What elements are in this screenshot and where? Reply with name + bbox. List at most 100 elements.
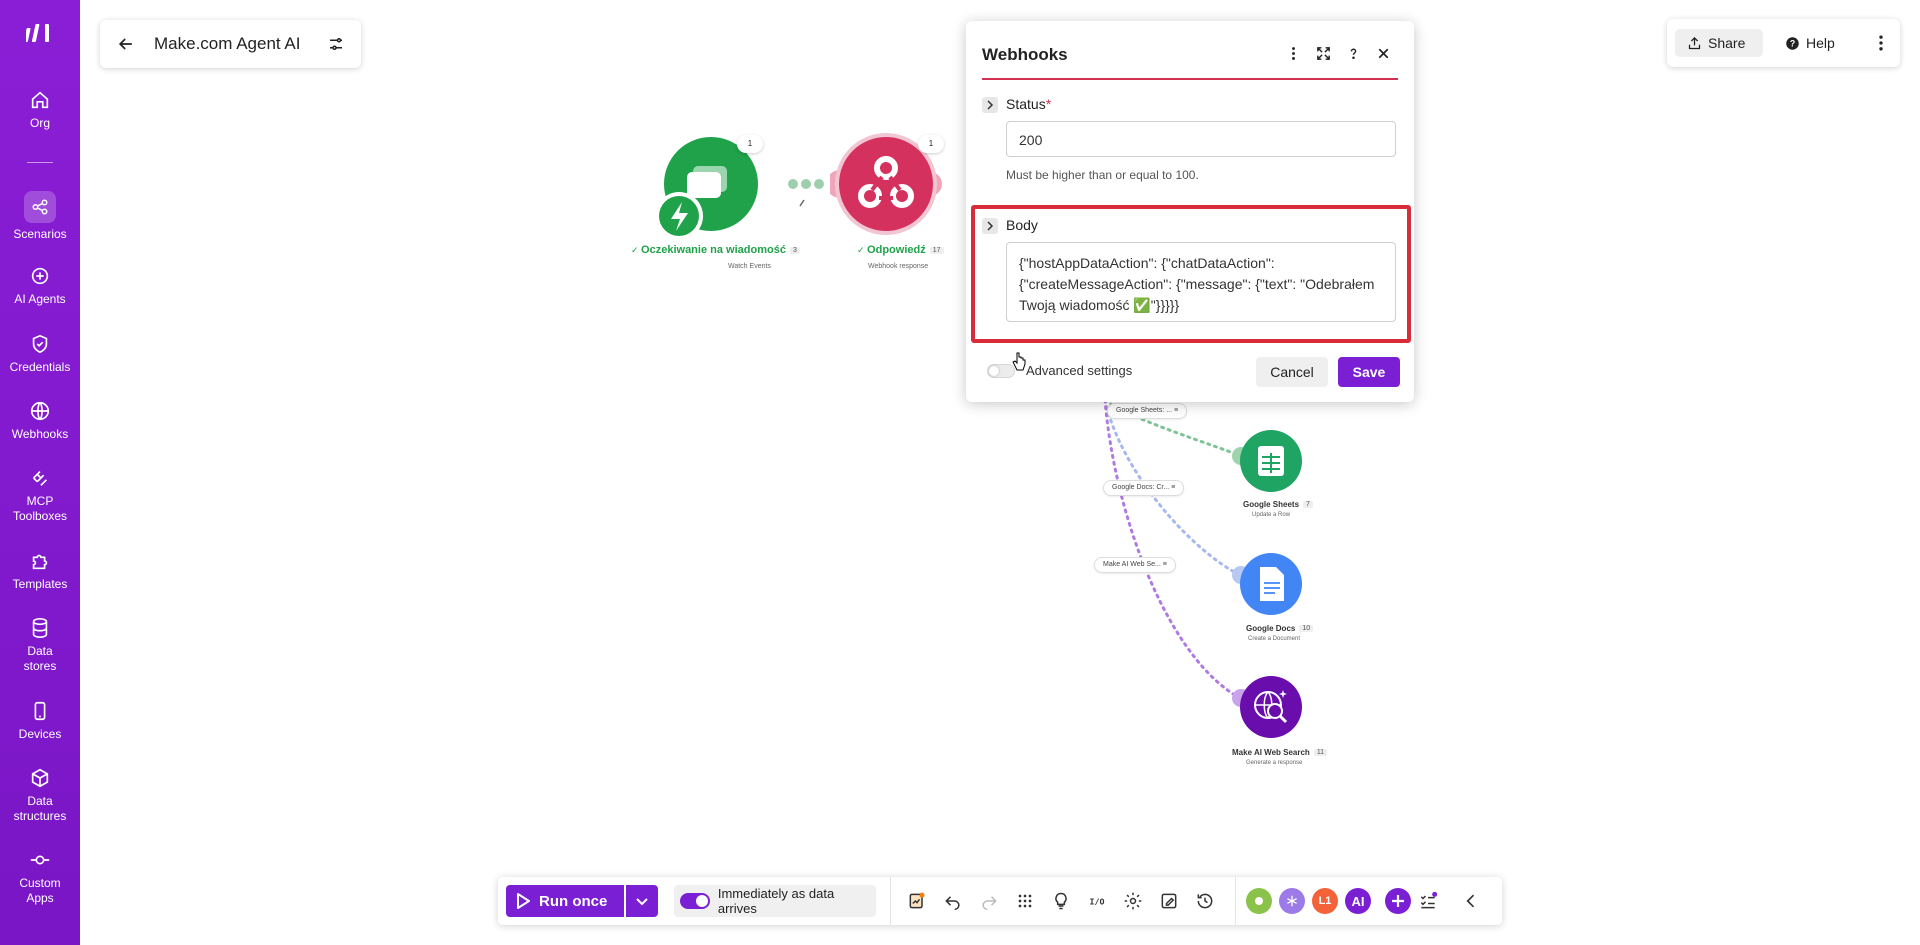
io-icon[interactable]: I/O: [1087, 891, 1107, 911]
mouse-cursor-icon: [1012, 352, 1026, 371]
node-make-ai-web-search[interactable]: [1225, 673, 1305, 743]
sidebar-item-devices[interactable]: Devices: [0, 700, 80, 742]
body-field-toggle[interactable]: [982, 218, 998, 234]
sidebar-item-label: MCP Toolboxes: [12, 494, 68, 523]
node-operations-chip: 1: [737, 135, 763, 153]
body-input[interactable]: {"hostAppDataAction": {"chatDataAction":…: [1006, 242, 1396, 322]
lightbulb-icon[interactable]: [1051, 891, 1071, 911]
sidebar-item-label: Data stores: [23, 644, 57, 673]
redo-icon[interactable]: [979, 891, 999, 911]
sidebar-item-label: Data structures: [13, 794, 67, 823]
node-operations-chip: 1: [918, 135, 944, 153]
app-avatar[interactable]: [1279, 888, 1305, 914]
chevron-right-icon: [987, 100, 994, 110]
node-label: ✓ Odpowiedź 17: [857, 244, 944, 256]
route-filter-label[interactable]: Google Docs: Cr... ≡: [1103, 480, 1185, 496]
sidebar-item-scenarios[interactable]: Scenarios: [0, 191, 80, 242]
sidebar-item-data-stores[interactable]: Data stores: [0, 617, 80, 674]
node-label: ✓ Oczekiwanie na wiadomość 3: [631, 244, 800, 256]
sidebar-item-label: Devices: [18, 727, 62, 741]
mcp-icon: [32, 470, 48, 486]
node-label: Make AI Web Search 11: [1232, 748, 1328, 757]
scenario-title[interactable]: Make.com Agent AI: [154, 34, 327, 54]
body-label: Body: [1006, 217, 1038, 233]
schedule-switch[interactable]: [680, 893, 710, 909]
app-avatar[interactable]: [1246, 888, 1272, 914]
advanced-settings-toggle[interactable]: [987, 364, 1015, 378]
question-icon[interactable]: [1345, 45, 1362, 62]
plus-icon: [1392, 895, 1404, 907]
route-filter-label[interactable]: Google Sheets: ... ≡: [1107, 403, 1188, 419]
share-nodes-icon: [32, 199, 48, 215]
app-avatar[interactable]: AI: [1345, 888, 1371, 914]
sidebar-item-label: Org: [29, 116, 50, 130]
expand-icon[interactable]: [1315, 45, 1332, 62]
chevron-right-icon: [987, 221, 994, 231]
node-sublabel: Create a Document: [1248, 636, 1301, 642]
status-field-toggle[interactable]: [982, 97, 998, 113]
scenario-toolbar: Run once Immediately as data arrives I/O…: [498, 877, 1502, 925]
dialog-actions: [1285, 45, 1392, 62]
sidebar-item-ai-agents[interactable]: AI Agents: [0, 265, 80, 307]
cube-icon: [31, 768, 49, 788]
schedule-label: Immediately as data arrives: [717, 886, 835, 916]
node-google-sheets[interactable]: [1225, 427, 1305, 497]
sidebar-item-org[interactable]: Org: [0, 89, 80, 131]
checklist-icon[interactable]: [1418, 891, 1438, 911]
edit-note-icon[interactable]: [1159, 891, 1179, 911]
toolbar-divider: [1235, 877, 1236, 925]
status-input[interactable]: 200: [1006, 121, 1396, 157]
sidebar-item-custom-apps[interactable]: Custom Apps: [0, 849, 80, 906]
share-button[interactable]: Share: [1675, 29, 1763, 57]
node-sublabel: Watch Events: [728, 263, 771, 270]
undo-icon[interactable]: [943, 891, 963, 911]
node-sublabel: Update a Row: [1252, 512, 1291, 518]
dialog-title-underline: [982, 78, 1398, 80]
sidebar: Org Scenarios AI Agents Credentials Webh…: [0, 0, 80, 945]
status-label: Status*: [1006, 96, 1052, 112]
top-right-actions: Share ? Help: [1667, 19, 1900, 67]
puzzle-icon: [32, 554, 48, 570]
sidebar-item-credentials[interactable]: Credentials: [0, 333, 80, 375]
sidebar-item-data-structures[interactable]: Data structures: [0, 767, 80, 824]
share-label: Share: [1708, 35, 1746, 51]
home-icon: [31, 91, 49, 109]
asterisk-icon: [1287, 895, 1297, 907]
add-module-button[interactable]: [1385, 888, 1411, 914]
more-vertical-icon[interactable]: [1871, 33, 1891, 53]
arrow-left-icon[interactable]: [116, 34, 136, 54]
settings-sliders-icon[interactable]: [327, 35, 345, 53]
run-options-dropdown[interactable]: [626, 885, 658, 917]
notes-icon[interactable]: [907, 891, 927, 911]
app-avatar[interactable]: L1: [1312, 888, 1338, 914]
save-button[interactable]: Save: [1338, 357, 1400, 387]
chevron-left-icon[interactable]: [1461, 891, 1481, 911]
scenario-header: Make.com Agent AI: [100, 20, 361, 68]
node-label: Google Sheets 7: [1243, 500, 1313, 509]
node-google-docs[interactable]: [1225, 550, 1305, 620]
database-icon: [32, 618, 48, 638]
history-icon[interactable]: [1195, 891, 1215, 911]
node-label: Google Docs 10: [1246, 624, 1314, 633]
sidebar-item-label: AI Agents: [14, 292, 66, 306]
route-filter-label[interactable]: Make AI Web Se... ≡: [1094, 557, 1176, 573]
svg-text:?: ?: [1790, 38, 1795, 48]
grid-icon[interactable]: [1015, 891, 1035, 911]
schedule-toggle[interactable]: Immediately as data arrives: [674, 885, 876, 917]
dialog-title: Webhooks: [982, 45, 1068, 64]
sidebar-item-label: Credentials: [9, 360, 71, 374]
play-icon: [517, 893, 530, 909]
close-icon[interactable]: [1375, 45, 1392, 62]
help-label: Help: [1806, 35, 1835, 51]
gear-icon[interactable]: [1123, 891, 1143, 911]
run-once-button[interactable]: Run once: [506, 885, 624, 917]
more-vertical-icon[interactable]: [1285, 45, 1302, 62]
help-button[interactable]: ? Help: [1785, 29, 1835, 57]
sidebar-item-label: Templates: [12, 577, 68, 591]
sidebar-item-mcp-toolboxes[interactable]: MCP Toolboxes: [0, 467, 80, 524]
make-logo-icon[interactable]: [26, 22, 56, 44]
sidebar-item-webhooks[interactable]: Webhooks: [0, 400, 80, 442]
cancel-button[interactable]: Cancel: [1256, 357, 1328, 387]
ai-agent-icon: [31, 267, 49, 285]
sidebar-item-templates[interactable]: Templates: [0, 550, 80, 592]
